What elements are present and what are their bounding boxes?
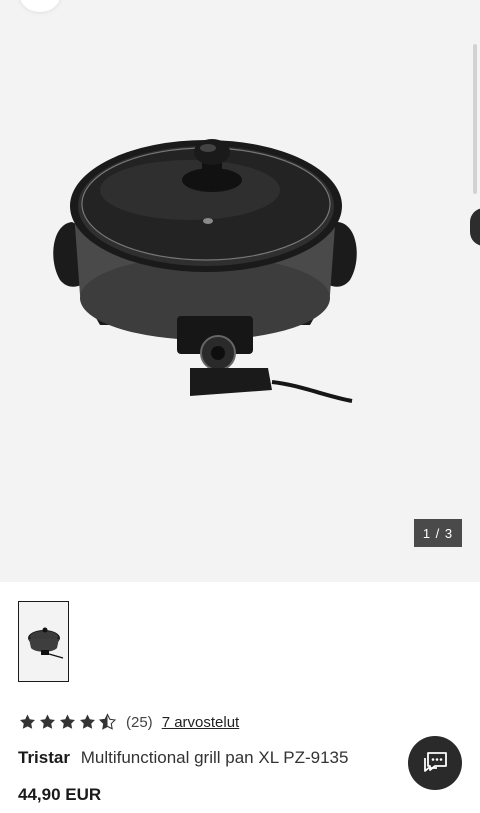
grill-pan-thumbnail-icon [27, 627, 63, 659]
star-icon [60, 714, 75, 729]
reviews-link[interactable]: 7 arvostelut [162, 714, 240, 731]
product-price: 44,90 EUR [18, 785, 102, 804]
image-counter: 1 / 3 [414, 519, 462, 547]
product-brand[interactable]: Tristar [18, 748, 70, 767]
star-icon [40, 714, 55, 729]
product-title: Tristar Multifunctional grill pan XL PZ-… [18, 748, 348, 768]
product-name: Multifunctional grill pan XL PZ-9135 [80, 748, 349, 767]
product-gallery[interactable]: 1 / 3 [0, 0, 480, 582]
thumbnail-image[interactable] [18, 601, 69, 682]
star-icon [80, 714, 95, 729]
half-star-icon [98, 713, 117, 730]
rating-count: (25) [126, 713, 153, 731]
chat-icon [424, 752, 447, 772]
gallery-round-button[interactable] [20, 0, 60, 12]
grill-pan-image [53, 139, 357, 403]
rating-stars [18, 713, 117, 731]
gallery-scrollbar[interactable] [473, 44, 477, 194]
next-image-peek[interactable] [470, 208, 480, 246]
rating-row: (25) 7 arvostelut [18, 712, 239, 732]
star-icon [20, 714, 35, 729]
chat-button[interactable] [408, 736, 462, 790]
